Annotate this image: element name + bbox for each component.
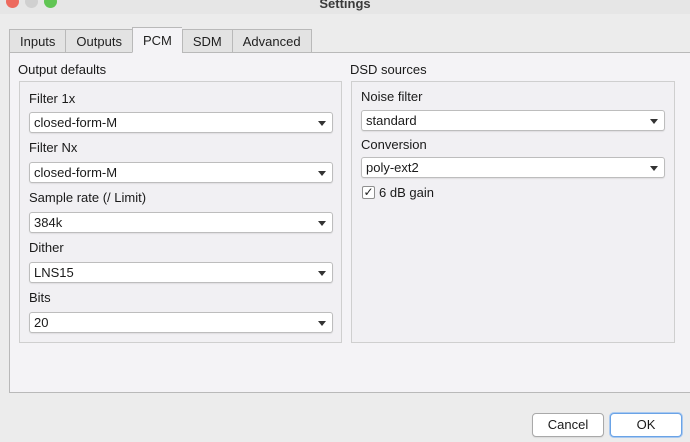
- filter-1x-value: closed-form-M: [34, 115, 118, 130]
- filter-nx-label: Filter Nx: [29, 140, 78, 155]
- cancel-button[interactable]: Cancel: [532, 413, 604, 437]
- conversion-value: poly-ext2: [366, 160, 419, 175]
- gain-label: 6 dB gain: [379, 185, 434, 200]
- tab-inputs[interactable]: Inputs: [9, 29, 66, 53]
- output-defaults-group: Filter 1x closed-form-M Filter Nx closed…: [19, 81, 342, 343]
- dsd-sources-title: DSD sources: [350, 62, 427, 77]
- dsd-sources-group: Noise filter standard Conversion poly-ex…: [351, 81, 675, 343]
- filter-nx-value: closed-form-M: [34, 165, 118, 180]
- pcm-tab-pane: Output defaults Filter 1x closed-form-M …: [9, 52, 690, 393]
- tab-pcm[interactable]: PCM: [131, 27, 182, 53]
- noise-filter-select[interactable]: standard: [361, 110, 665, 131]
- tab-sdm[interactable]: SDM: [181, 29, 232, 53]
- dither-value: LNS15: [34, 265, 74, 280]
- bits-value: 20: [34, 315, 49, 330]
- chevron-down-icon: [650, 166, 658, 171]
- filter-1x-select[interactable]: closed-form-M: [29, 112, 333, 133]
- ok-button[interactable]: OK: [610, 413, 682, 437]
- sample-rate-select[interactable]: 384k: [29, 212, 333, 233]
- dialog-button-bar: Cancel OK: [0, 393, 690, 442]
- gain-checkbox[interactable]: ✓: [362, 186, 375, 199]
- filter-nx-select[interactable]: closed-form-M: [29, 162, 333, 183]
- filter-1x-label: Filter 1x: [29, 91, 76, 106]
- chevron-down-icon: [650, 119, 658, 124]
- chevron-down-icon: [318, 221, 326, 226]
- tab-bar: Inputs Outputs PCM SDM Advanced: [9, 27, 312, 53]
- tab-advanced[interactable]: Advanced: [231, 29, 312, 53]
- chevron-down-icon: [318, 271, 326, 276]
- dither-label: Dither: [29, 240, 64, 255]
- tab-outputs[interactable]: Outputs: [65, 29, 132, 53]
- chevron-down-icon: [318, 121, 326, 126]
- conversion-select[interactable]: poly-ext2: [361, 157, 665, 178]
- noise-filter-value: standard: [366, 113, 417, 128]
- chevron-down-icon: [318, 171, 326, 176]
- output-defaults-title: Output defaults: [18, 62, 107, 77]
- conversion-label: Conversion: [361, 137, 427, 152]
- chevron-down-icon: [318, 321, 326, 326]
- noise-filter-label: Noise filter: [361, 89, 423, 104]
- sample-rate-value: 384k: [34, 215, 63, 230]
- bits-label: Bits: [29, 290, 51, 305]
- window-title: Settings: [319, 0, 371, 11]
- bits-select[interactable]: 20: [29, 312, 333, 333]
- title-bar: Settings: [0, 0, 690, 14]
- sample-rate-label: Sample rate (/ Limit): [29, 190, 147, 205]
- dither-select[interactable]: LNS15: [29, 262, 333, 283]
